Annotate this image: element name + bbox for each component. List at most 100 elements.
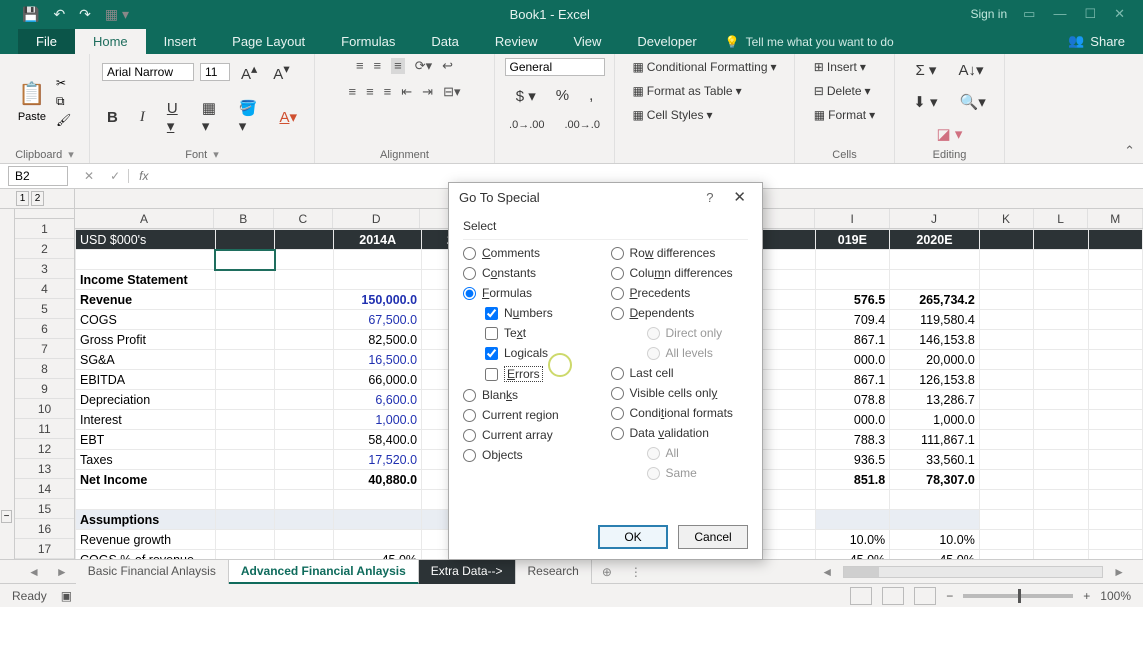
- align-right-icon[interactable]: ≡: [384, 84, 392, 100]
- option-row[interactable]: Visible cells only: [611, 386, 749, 400]
- col-header-D[interactable]: D: [333, 209, 420, 228]
- row-header-13[interactable]: 13: [15, 459, 74, 479]
- align-middle-icon[interactable]: ≡: [374, 58, 382, 74]
- tab-review[interactable]: Review: [477, 29, 556, 54]
- col-header-M[interactable]: M: [1088, 209, 1143, 228]
- increase-decimal-icon[interactable]: .0→.00: [504, 116, 549, 134]
- decrease-indent-icon[interactable]: ⇤: [401, 84, 412, 100]
- sheet-nav-next-icon[interactable]: ►: [48, 565, 76, 579]
- option-errors[interactable]: [485, 368, 498, 381]
- option-row-differences[interactable]: [611, 247, 624, 260]
- option-comments[interactable]: [463, 247, 476, 260]
- row-header-1[interactable]: 1: [15, 219, 74, 239]
- ok-button[interactable]: OK: [598, 525, 668, 549]
- hscroll-left-icon[interactable]: ◄: [821, 565, 833, 579]
- border-button[interactable]: ▦ ▾: [197, 96, 222, 138]
- tell-me-search[interactable]: 💡 Tell me what you want to do: [715, 30, 1050, 54]
- name-box[interactable]: [8, 166, 68, 186]
- sheet-tab[interactable]: Basic Financial Anlaysis: [76, 560, 229, 584]
- option-data-validation[interactable]: [611, 427, 624, 440]
- maximize-icon[interactable]: ☐: [1084, 6, 1096, 22]
- macro-record-icon[interactable]: ▣: [61, 589, 72, 603]
- quick-access-more-icon[interactable]: ▦ ▾: [105, 6, 129, 23]
- accounting-format-icon[interactable]: $ ▾: [511, 84, 541, 108]
- copy-icon[interactable]: ⧉: [56, 94, 71, 109]
- share-button[interactable]: 👥 Share: [1050, 28, 1143, 54]
- option-formulas[interactable]: [463, 287, 476, 300]
- cancel-button[interactable]: Cancel: [678, 525, 748, 549]
- col-header-B[interactable]: B: [214, 209, 274, 228]
- outline-level-1[interactable]: 1: [16, 191, 29, 206]
- row-header-10[interactable]: 10: [15, 399, 74, 419]
- normal-view-icon[interactable]: [850, 587, 872, 605]
- collapse-ribbon-icon[interactable]: ⌃: [1124, 143, 1135, 159]
- row-header-8[interactable]: 8: [15, 359, 74, 379]
- align-left-icon[interactable]: ≡: [348, 84, 356, 100]
- row-header-5[interactable]: 5: [15, 299, 74, 319]
- option-precedents[interactable]: [611, 287, 624, 300]
- option-last-cell[interactable]: [611, 367, 624, 380]
- ribbon-options-icon[interactable]: ▭: [1023, 6, 1035, 22]
- dialog-close-icon[interactable]: ✕: [727, 188, 752, 206]
- option-row[interactable]: Precedents: [611, 286, 749, 300]
- tab-page-layout[interactable]: Page Layout: [214, 29, 323, 54]
- option-row[interactable]: Last cell: [611, 366, 749, 380]
- tab-developer[interactable]: Developer: [619, 29, 714, 54]
- tab-data[interactable]: Data: [413, 29, 476, 54]
- col-header-J[interactable]: J: [890, 209, 979, 228]
- option-current-region[interactable]: [463, 409, 476, 422]
- row-header-9[interactable]: 9: [15, 379, 74, 399]
- format-as-table-button[interactable]: ▦ Format as Table ▾: [628, 82, 745, 100]
- option-row[interactable]: Column differences: [611, 266, 749, 280]
- option-row[interactable]: Conditional formats: [611, 406, 749, 420]
- dialog-help-icon[interactable]: ?: [692, 190, 727, 205]
- row-header-15[interactable]: 15: [15, 499, 74, 519]
- percent-format-icon[interactable]: %: [551, 84, 574, 108]
- paste-button[interactable]: Paste: [18, 111, 46, 123]
- paste-icon[interactable]: 📋: [18, 81, 45, 107]
- row-header-12[interactable]: 12: [15, 439, 74, 459]
- col-header-I[interactable]: I: [815, 209, 889, 228]
- row-header-7[interactable]: 7: [15, 339, 74, 359]
- sheet-nav-prev-icon[interactable]: ◄: [20, 565, 48, 579]
- font-color-button[interactable]: A▾: [274, 105, 302, 130]
- option-logicals[interactable]: [485, 347, 498, 360]
- align-bottom-icon[interactable]: ≡: [391, 58, 405, 74]
- row-header-2[interactable]: 2: [15, 239, 74, 259]
- sort-filter-icon[interactable]: A↓▾: [953, 58, 988, 82]
- row-header-16[interactable]: 16: [15, 519, 74, 539]
- option-conditional-formats[interactable]: [611, 407, 624, 420]
- option-row[interactable]: Current region: [463, 408, 601, 422]
- hscroll-right-icon[interactable]: ►: [1113, 565, 1125, 579]
- tab-formulas[interactable]: Formulas: [323, 29, 413, 54]
- merge-center-icon[interactable]: ⊟▾: [443, 84, 460, 100]
- option-constants[interactable]: [463, 267, 476, 280]
- option-row[interactable]: Logicals: [463, 346, 601, 360]
- new-sheet-icon[interactable]: ⊕: [592, 561, 622, 583]
- decrease-decimal-icon[interactable]: .00→.0: [560, 116, 605, 134]
- option-column-differences[interactable]: [611, 267, 624, 280]
- align-top-icon[interactable]: ≡: [356, 58, 364, 74]
- option-visible-cells-only[interactable]: [611, 387, 624, 400]
- close-icon[interactable]: ✕: [1114, 6, 1125, 22]
- option-blanks[interactable]: [463, 389, 476, 402]
- increase-font-icon[interactable]: A▴: [236, 58, 262, 86]
- redo-icon[interactable]: ↷: [79, 6, 91, 23]
- orientation-icon[interactable]: ⟳▾: [415, 58, 432, 74]
- wrap-text-icon[interactable]: ↩: [442, 58, 453, 74]
- cell-styles-button[interactable]: ▦ Cell Styles ▾: [628, 106, 716, 124]
- font-size-select[interactable]: [200, 63, 230, 81]
- save-icon[interactable]: 💾: [22, 6, 39, 23]
- zoom-level[interactable]: 100%: [1100, 589, 1131, 603]
- tab-view[interactable]: View: [555, 29, 619, 54]
- conditional-formatting-button[interactable]: ▦ Conditional Formatting ▾: [628, 58, 780, 76]
- row-header-3[interactable]: 3: [15, 259, 74, 279]
- option-dependents[interactable]: [611, 307, 624, 320]
- outline-collapse-icon[interactable]: −: [1, 510, 12, 523]
- option-row[interactable]: Data validation: [611, 426, 749, 440]
- outline-level-2[interactable]: 2: [31, 191, 44, 206]
- fill-icon[interactable]: ⬇ ▾: [908, 90, 942, 114]
- clear-icon[interactable]: ◪ ▾: [932, 122, 968, 146]
- zoom-out-icon[interactable]: −: [946, 589, 953, 603]
- increase-indent-icon[interactable]: ⇥: [422, 84, 433, 100]
